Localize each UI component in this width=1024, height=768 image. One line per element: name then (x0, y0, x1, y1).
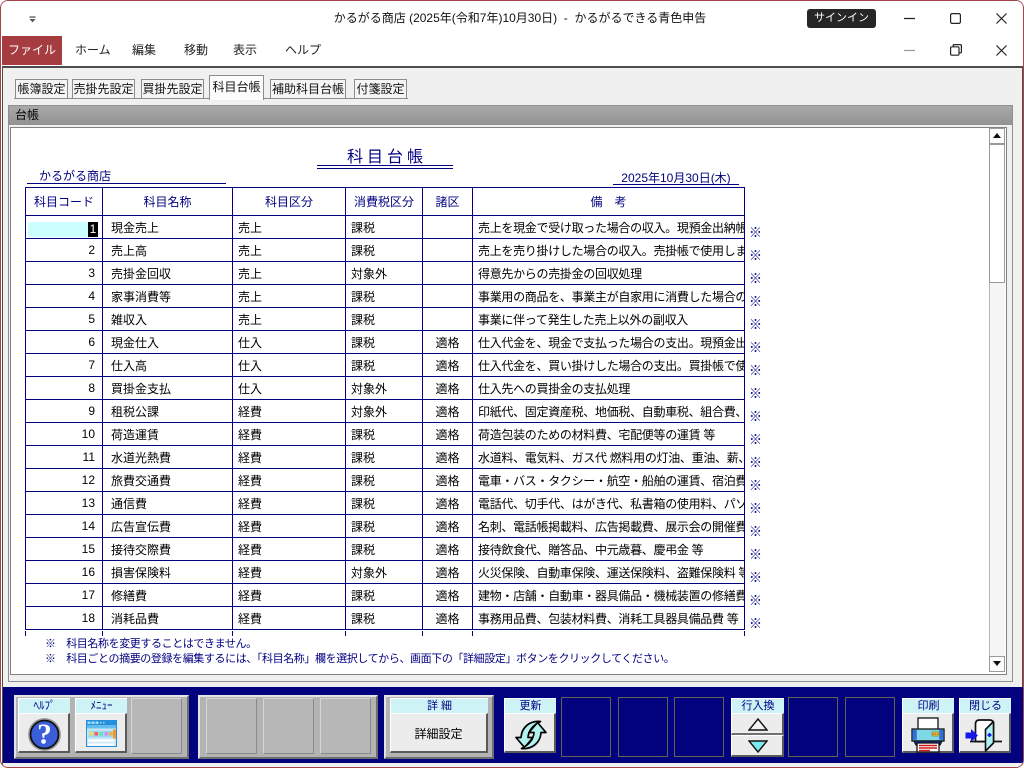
svg-text:?: ? (37, 719, 52, 751)
